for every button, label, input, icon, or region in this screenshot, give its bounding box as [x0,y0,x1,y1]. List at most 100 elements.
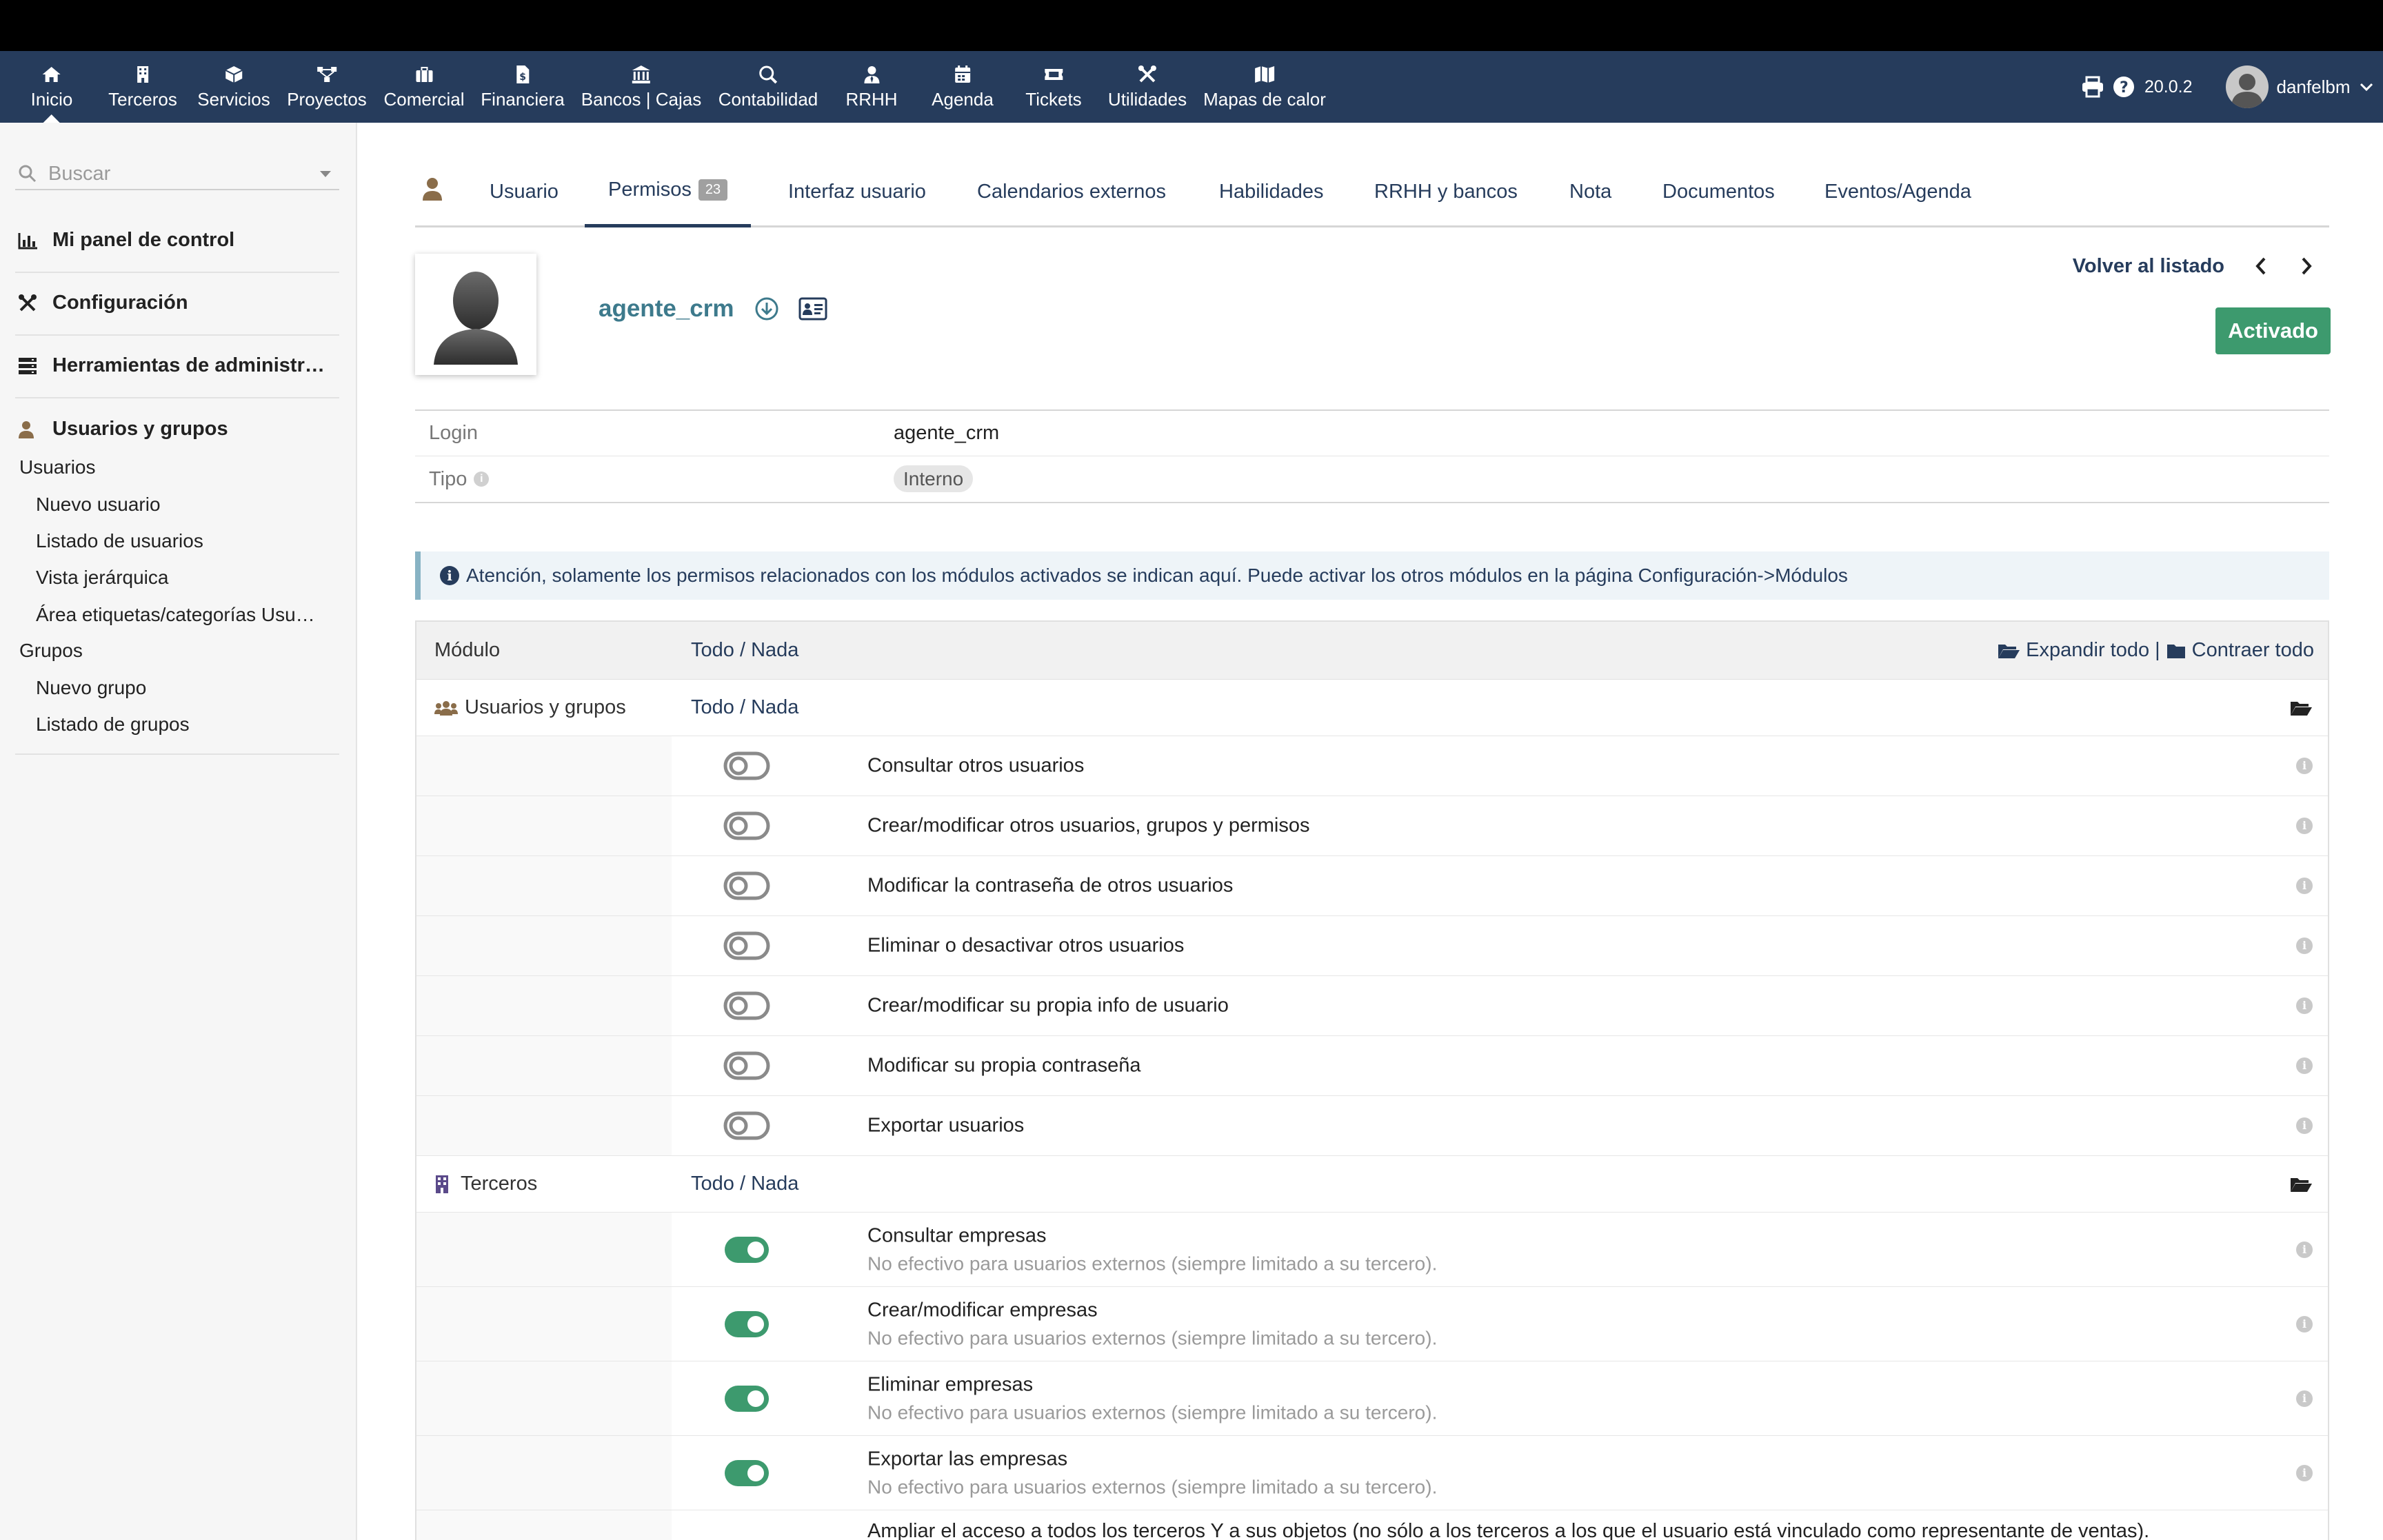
module-select-all-link[interactable]: Todo [691,696,734,718]
info-icon[interactable]: i [2296,1315,2313,1333]
nav-proyectos[interactable]: Proyectos [287,51,367,123]
tab-usuario[interactable]: Usuario [490,156,559,227]
toggle-on-icon[interactable] [723,1459,770,1488]
sitemap-icon [316,64,337,85]
user-icon [422,176,443,201]
tab-documentos[interactable]: Documentos [1662,156,1775,227]
info-icon[interactable]: i [2296,1241,2313,1258]
sidebar-link-listado-usuarios[interactable]: Listado de usuarios [36,530,203,552]
expand-all-link[interactable]: Expandir todo [2026,639,2149,662]
info-icon[interactable]: i [2296,1390,2313,1407]
tab-habilidades[interactable]: Habilidades [1219,156,1324,227]
sidebar-link-nuevo-grupo[interactable]: Nuevo grupo [36,677,146,699]
svg-text:?: ? [2120,79,2129,97]
sidebar-item-herramientas[interactable]: Herramientas de administr… [18,354,325,377]
sidebar-divider [15,272,339,273]
sidebar-link-usuarios[interactable]: Usuarios [19,456,95,478]
sidebar-link-nuevo-usuario[interactable]: Nuevo usuario [36,494,161,516]
tab-rrhh-bancos[interactable]: RRHH y bancos [1374,156,1518,227]
nav-terceros[interactable]: Terceros [108,51,177,123]
toggle-off-icon[interactable] [723,1111,770,1140]
toggle-on-icon[interactable] [723,1235,770,1264]
collapse-all-link[interactable]: Contraer todo [2192,639,2314,662]
info-icon[interactable]: i [2296,818,2313,834]
module-select-none-link[interactable]: Nada [751,696,798,718]
tab-eventos-agenda[interactable]: Eventos/Agenda [1824,156,1971,227]
info-icon[interactable]: i [2296,1464,2313,1481]
module-permissions-usuarios-grupos: Consultar otros usuarios i Crear/modificar… [416,736,2328,1156]
avatar[interactable] [2225,65,2269,108]
toggle-off-icon[interactable] [723,871,770,900]
sidebar-item-configuracion[interactable]: Configuración [18,292,188,314]
building-icon [136,64,150,85]
print-icon[interactable] [2081,76,2104,98]
info-icon[interactable]: i [2296,758,2313,774]
tab-permisos[interactable]: Permisos 23 [585,156,752,227]
toggle-off-icon[interactable] [723,1051,770,1080]
chevron-down-icon[interactable] [2360,82,2373,92]
help-icon[interactable]: ? [2113,76,2135,98]
toggle-off-icon[interactable] [723,931,770,960]
toggle-on-icon[interactable] [723,1384,770,1413]
previous-icon[interactable] [2251,254,2271,278]
nav-utilidades[interactable]: Utilidades [1108,51,1187,123]
permissions-header: Módulo Todo / Nada Expandir todo | Contr… [416,622,2328,680]
topbar-right: ? 20.0.2 danfelbm [2081,51,2373,123]
nav-servicios[interactable]: Servicios [197,51,270,123]
nav-financiera[interactable]: $ Financiera [481,51,565,123]
module-select-all-link[interactable]: Todo [691,1173,734,1195]
user-header: agente_crm [599,295,827,323]
next-icon[interactable] [2296,254,2317,278]
sidebar-link-grupos[interactable]: Grupos [19,640,83,662]
calendar-icon [954,64,972,85]
toggle-off-icon[interactable] [723,751,770,780]
nav-agenda[interactable]: Agenda [932,51,994,123]
info-icon[interactable]: i [2296,938,2313,954]
sidebar-item-usuarios-grupos[interactable]: Usuarios y grupos [18,418,228,440]
info-icon[interactable]: i [2296,878,2313,894]
module-select-none-link[interactable]: Nada [751,1173,798,1195]
nav-contabilidad[interactable]: Contabilidad [718,51,818,123]
search-input[interactable]: Buscar [15,159,339,190]
permission-title: Crear/modificar empresas [867,1299,1098,1321]
nav-tickets[interactable]: Tickets [1025,51,1082,123]
nav-comercial[interactable]: Comercial [383,51,465,123]
sidebar-item-panel-control[interactable]: Mi panel de control [18,229,234,252]
folder-open-icon[interactable] [2289,699,2313,717]
sidebar-link-area-etiquetas[interactable]: Área etiquetas/categorías Usu… [36,604,315,626]
download-icon[interactable] [754,296,779,321]
server-icon [18,357,40,375]
select-all-link[interactable]: Todo [691,639,734,661]
status-badge: Activado [2215,307,2331,354]
sidebar-divider [15,397,339,398]
vcard-icon[interactable] [798,297,827,321]
select-none-link[interactable]: Nada [751,639,798,661]
permissions-count-badge: 23 [698,179,728,201]
permission-title: Crear/modificar su propia info de usuari… [867,994,1229,1017]
toggle-off-icon[interactable] [723,811,770,840]
sidebar-link-listado-grupos[interactable]: Listado de grupos [36,713,190,736]
info-icon[interactable]: i [2296,1117,2313,1134]
nav-inicio[interactable]: Inicio [31,51,72,123]
folder-open-icon[interactable] [2289,1175,2313,1193]
help-icon[interactable]: i [474,472,490,487]
toggle-off-icon[interactable] [723,991,770,1020]
nav-bancos-cajas[interactable]: Bancos | Cajas [581,51,701,123]
tab-nota[interactable]: Nota [1569,156,1611,227]
module-row-terceros: Terceros Todo / Nada [416,1156,2328,1213]
back-to-list-link[interactable]: Volver al listado [2073,255,2224,278]
users-icon [434,699,458,717]
tab-calendarios-externos[interactable]: Calendarios externos [977,156,1166,227]
username-label[interactable]: danfelbm [2277,77,2351,98]
permission-title: Eliminar o desactivar otros usuarios [867,934,1185,957]
info-icon[interactable]: i [2296,1057,2313,1074]
nav-mapas-de-calor[interactable]: Mapas de calor [1203,51,1326,123]
tab-interfaz-usuario[interactable]: Interfaz usuario [788,156,926,227]
top-navbar: Inicio Terceros Servicios Proyectos Come… [0,51,2383,123]
toggle-on-icon[interactable] [723,1310,770,1339]
building-icon [434,1175,450,1194]
permission-row: Eliminar empresas No efectivo para usuari… [416,1361,2328,1436]
info-icon[interactable]: i [2296,997,2313,1014]
nav-rrhh[interactable]: RRHH [845,51,898,123]
sidebar-link-vista-jerarquica[interactable]: Vista jerárquica [36,567,168,589]
